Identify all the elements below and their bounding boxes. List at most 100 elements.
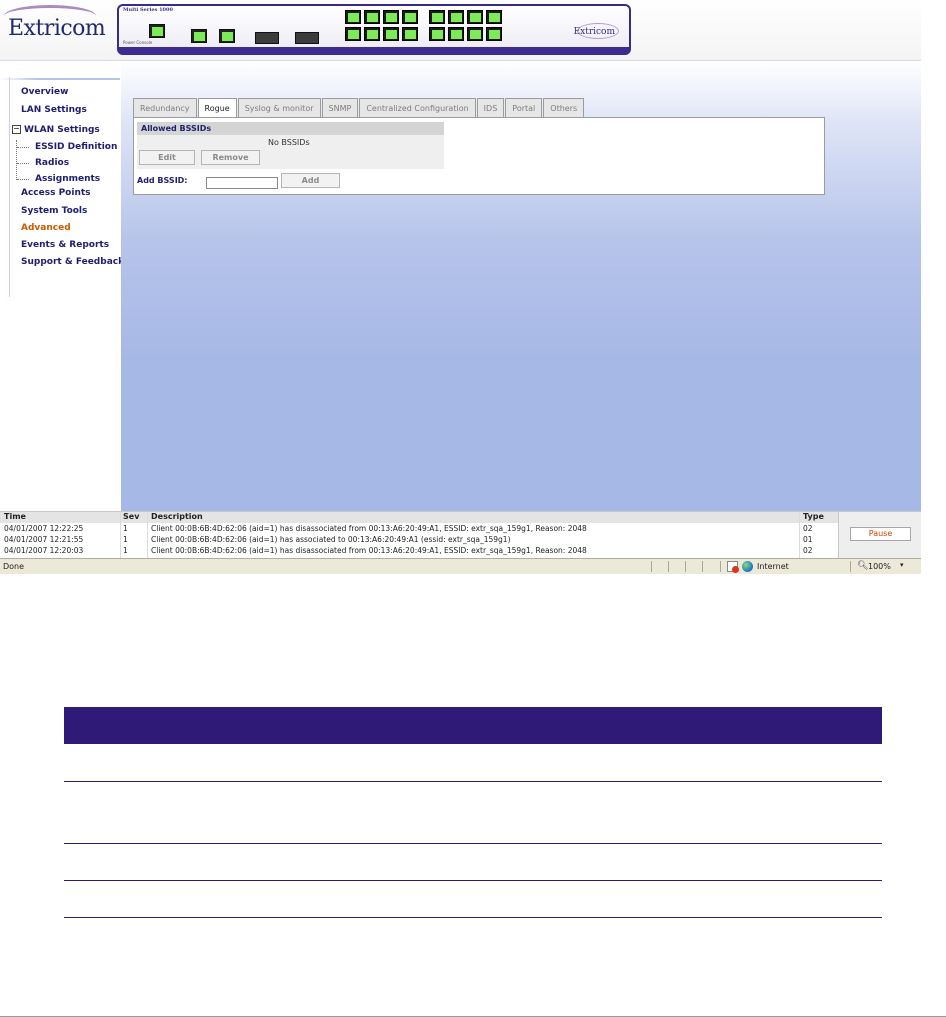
cell-sev: 1 [123, 546, 128, 555]
cell-sev: 1 [123, 524, 128, 533]
nav-divider [0, 78, 120, 80]
tree-branch [17, 147, 29, 148]
cell-type: 01 [803, 535, 813, 544]
cell-description: Client 00:0B:6B:4D:62:06 (aid=1) has ass… [151, 535, 511, 544]
event-log-controls: Pause [838, 512, 921, 559]
browser-window: Extricom Multi Series 1000 Power Console [0, 0, 921, 574]
cell-type: 02 [803, 546, 813, 555]
table-row[interactable]: 04/01/2007 12:20:03 1 Client 00:0B:6B:4D… [0, 546, 838, 557]
tab-rogue[interactable]: Rogue [197, 98, 237, 118]
sidebar-item-assignments[interactable]: Assignments [35, 174, 100, 184]
sidebar-item-advanced[interactable]: Advanced [21, 223, 71, 233]
sidebar-item-wlan-settings[interactable]: WLAN Settings [24, 125, 100, 135]
rogue-panel: Allowed BSSIDs No BSSIDs Edit Remove Add… [133, 117, 825, 195]
ap-port-icon [467, 10, 483, 24]
edit-button[interactable]: Edit [139, 150, 195, 165]
status-separator [850, 561, 851, 572]
chevron-down-icon[interactable]: ▾ [900, 561, 904, 569]
ap-port-icon [402, 27, 418, 41]
tab-syslog-monitor[interactable]: Syslog & monitor [237, 98, 321, 117]
empty-list-text: No BSSIDs [268, 138, 310, 147]
status-text: Done [3, 562, 25, 571]
column-header-sev[interactable]: Sev [123, 512, 139, 521]
tab-snmp[interactable]: SNMP [321, 98, 359, 117]
sidebar-item-radios[interactable]: Radios [35, 158, 69, 168]
tab-ids[interactable]: IDS [476, 98, 505, 117]
cell-type: 02 [803, 524, 813, 533]
status-separator [685, 561, 686, 572]
table-rule [64, 781, 882, 782]
extricom-logo: Extricom [8, 16, 106, 41]
allowed-bssids-box: Allowed BSSIDs No BSSIDs Edit Remove [137, 122, 444, 169]
table-row[interactable]: 04/01/2007 12:21:55 1 Client 00:0B:6B:4D… [0, 535, 838, 546]
table-rule [64, 843, 882, 844]
ap-port-icon [364, 10, 380, 24]
device-brand: Extricom [573, 27, 615, 37]
add-bssid-input[interactable] [206, 177, 278, 189]
tab-others[interactable]: Others [543, 98, 585, 117]
tab-redundancy[interactable]: Redundancy [133, 98, 197, 117]
tree-branch [17, 179, 29, 180]
nav-guide-line [9, 77, 10, 297]
status-separator [668, 561, 669, 572]
cell-description: Client 00:0B:6B:4D:62:06 (aid=1) has dis… [151, 546, 587, 555]
status-separator [651, 561, 652, 572]
cell-sev: 1 [123, 535, 128, 544]
ap-port-icon [402, 10, 418, 24]
sidebar-item-support-feedback[interactable]: Support & Feedback [21, 257, 124, 267]
document-table [64, 707, 882, 918]
tree-line [16, 140, 17, 180]
cell-time: 04/01/2007 12:22:25 [4, 524, 84, 533]
ap-port-icon [467, 27, 483, 41]
sidebar-item-access-points[interactable]: Access Points [21, 188, 91, 198]
ap-port-icon [383, 27, 399, 41]
ap-port-icon [345, 27, 361, 41]
remove-button[interactable]: Remove [201, 150, 260, 165]
column-header-description[interactable]: Description [151, 512, 203, 521]
table-rule [64, 880, 882, 881]
sfp-port-icon [295, 32, 319, 44]
device-caption: Power Console [123, 40, 153, 45]
ap-port-icon [448, 27, 464, 41]
blocked-content-icon[interactable] [727, 561, 739, 573]
sidebar-item-system-tools[interactable]: System Tools [21, 206, 87, 216]
tab-centralized-configuration[interactable]: Centralized Configuration [359, 98, 476, 117]
sidebar-item-overview[interactable]: Overview [21, 87, 68, 97]
sidebar-item-events-reports[interactable]: Events & Reports [21, 240, 109, 250]
ap-port-icon [486, 27, 502, 41]
device-base-band [118, 47, 630, 55]
status-separator [702, 561, 703, 572]
ap-port-icon [448, 10, 464, 24]
collapse-icon[interactable]: − [12, 125, 21, 134]
sidebar-item-essid-definition[interactable]: ESSID Definition [35, 142, 117, 152]
status-separator [720, 561, 721, 572]
zoom-icon[interactable]: 🔍︎ [857, 561, 868, 571]
table-row[interactable]: 04/01/2007 12:22:25 1 Client 00:0B:6B:4D… [0, 524, 838, 535]
column-header-time[interactable]: Time [4, 512, 26, 521]
ap-port-icon [486, 10, 502, 24]
cell-time: 04/01/2007 12:20:03 [4, 546, 84, 555]
table-rule [64, 917, 882, 918]
add-bssid-label: Add BSSID: [137, 176, 188, 185]
app-header: Extricom Multi Series 1000 Power Console [0, 0, 921, 61]
internet-zone-icon [742, 561, 753, 572]
event-log-header: Time Sev Description Type [0, 512, 838, 523]
device-series-label: Multi Series 1000 [123, 7, 173, 13]
ap-port-icon [429, 10, 445, 24]
zoom-level[interactable]: 100% [868, 562, 891, 571]
document-table-header [64, 707, 882, 744]
console-port-icon [149, 24, 165, 38]
ap-port-icon [364, 27, 380, 41]
ap-port-icon [345, 10, 361, 24]
ap-port-icon [383, 10, 399, 24]
add-button[interactable]: Add [281, 173, 340, 188]
sidebar-item-lan-settings[interactable]: LAN Settings [21, 105, 87, 115]
pause-button[interactable]: Pause [850, 527, 911, 541]
tab-portal[interactable]: Portal [505, 98, 543, 117]
browser-status-bar: Done Internet 🔍︎ 100% ▾ [0, 558, 921, 574]
column-header-type[interactable]: Type [803, 512, 824, 521]
cell-time: 04/01/2007 12:21:55 [4, 535, 84, 544]
sidebar-nav: Overview LAN Settings − WLAN Settings ES… [0, 61, 124, 511]
advanced-tabs: Redundancy Rogue Syslog & monitor SNMP C… [133, 98, 585, 118]
lan-port-icon [191, 29, 207, 43]
